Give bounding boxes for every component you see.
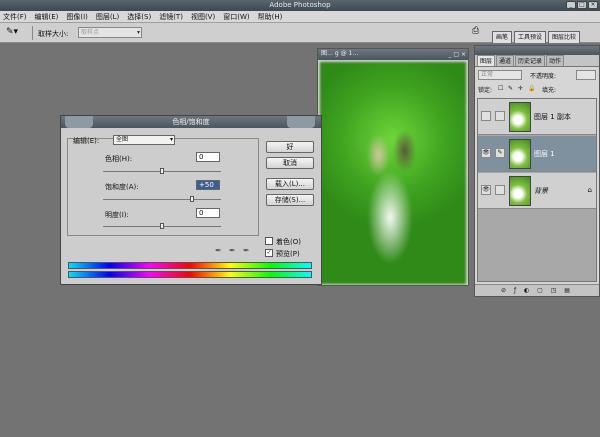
tab-layer-comps[interactable]: 图层比较 — [548, 31, 581, 43]
menu-file[interactable]: 文件(F) — [3, 12, 27, 22]
chevron-down-icon: ▾ — [169, 136, 173, 143]
menu-help[interactable]: 帮助(H) — [258, 12, 283, 22]
brush-icon[interactable]: ✎ — [495, 148, 505, 158]
document-window: 图… g @ 1… _ □ × — [317, 48, 469, 286]
lightness-slider-handle[interactable] — [160, 223, 164, 229]
lock-pixels-icon[interactable]: ✎ — [508, 85, 513, 92]
hue-slider-handle[interactable] — [160, 168, 164, 174]
cancel-button[interactable]: 取消 — [266, 157, 314, 169]
edit-label: 编辑(E): — [73, 137, 100, 145]
layer-name: 图层 1 副本 — [534, 113, 571, 121]
opacity-label: 不透明度: — [530, 73, 557, 80]
tab-layers[interactable]: 图层 — [477, 55, 496, 66]
window-controls-icon[interactable]: _ □ × — [448, 50, 466, 60]
blend-row: 正常 不透明度: — [478, 70, 598, 81]
sample-size-select[interactable]: 取样点 ▾ — [78, 27, 142, 38]
layers-list: 图层 1 副本 👁 ✎ 图层 1 👁 背景 ⌂ — [477, 98, 597, 282]
menu-filter[interactable]: 滤镜(T) — [159, 12, 183, 22]
panel-title-bar[interactable] — [475, 46, 599, 55]
document-title-bar[interactable]: 图… g @ 1… _ □ × — [318, 49, 468, 60]
menu-image[interactable]: 图像(I) — [66, 12, 88, 22]
preview-checkbox[interactable]: ✓ — [265, 249, 273, 257]
layer-row-1[interactable]: 👁 ✎ 图层 1 — [478, 136, 596, 172]
hue-label: 色相(H): — [105, 155, 133, 163]
output-spectrum-bar — [68, 271, 312, 278]
menu-bar: 文件(F) 编辑(E) 图像(I) 图层(L) 选择(S) 滤镜(T) 视图(V… — [0, 11, 600, 23]
edit-select[interactable]: 全图 ▾ — [113, 135, 175, 145]
tab-actions[interactable]: 动作 — [546, 55, 565, 66]
tab-tool-presets[interactable]: 工具预设 — [514, 31, 547, 43]
layer-thumbnail — [509, 176, 531, 206]
hue-input[interactable]: 0 — [196, 152, 220, 162]
options-separator — [32, 26, 33, 40]
fill-label: 填充: — [542, 87, 557, 94]
lock-all-icon[interactable]: 🔒 — [528, 85, 535, 92]
layers-panel: 图层 通道 历史记录 动作 正常 不透明度: 锁定: ☐ ✎ ✛ 🔒 填充: 图… — [474, 45, 600, 297]
lightness-input[interactable]: 0 — [196, 208, 220, 218]
menu-view[interactable]: 视图(V) — [191, 12, 215, 22]
app-title-bar: Adobe Photoshop _ □ × — [0, 0, 600, 11]
dialog-title-bar[interactable]: 色相/饱和度 — [61, 116, 321, 128]
colorize-checkbox[interactable] — [265, 237, 273, 245]
load-button[interactable]: 载入(L)... — [266, 178, 314, 190]
lock-row: 锁定: ☐ ✎ ✛ 🔒 填充: — [478, 84, 598, 95]
options-bar: ✎▾ 取样大小: 取样点 ▾ ⎙ 画笔 工具预设 图层比较 — [0, 23, 600, 43]
tab-channels[interactable]: 通道 — [496, 55, 515, 66]
eye-icon[interactable]: 👁 — [481, 185, 491, 195]
panel-footer-icons[interactable]: ⊘ ƒ ◐ ▢ ◳ ▤ — [475, 284, 599, 296]
eyedropper-icon[interactable]: ✒ — [215, 246, 222, 255]
panel-tabs: 图层 通道 历史记录 动作 — [475, 55, 599, 67]
edit-value: 全图 — [116, 136, 129, 143]
document-title: 图… g @ 1… — [321, 50, 359, 57]
menu-select[interactable]: 选择(S) — [127, 12, 151, 22]
layer-row-copy[interactable]: 图层 1 副本 — [478, 99, 596, 135]
adjustment-group — [67, 138, 259, 236]
blend-mode-select[interactable]: 正常 — [478, 70, 522, 80]
save-button[interactable]: 存储(S)... — [266, 194, 314, 206]
link-toggle[interactable] — [495, 111, 505, 121]
lock-position-icon[interactable]: ✛ — [518, 85, 523, 92]
dialog-title: 色相/饱和度 — [172, 118, 210, 126]
eye-icon[interactable]: 👁 — [481, 148, 491, 158]
saturation-slider-track[interactable] — [103, 199, 221, 200]
tab-brushes[interactable]: 画笔 — [492, 31, 513, 43]
chevron-down-icon: ▾ — [136, 29, 140, 36]
colorize-label: 着色(O) — [276, 238, 301, 246]
ok-button[interactable]: 好 — [266, 141, 314, 153]
app-title: Adobe Photoshop — [269, 1, 331, 9]
saturation-input[interactable]: +50 — [196, 180, 220, 190]
saturation-slider-handle[interactable] — [189, 196, 194, 202]
input-spectrum-bar — [68, 262, 312, 269]
lightness-label: 明度(I): — [105, 211, 129, 219]
layer-name: 图层 1 — [534, 150, 555, 158]
menu-layer[interactable]: 图层(L) — [96, 12, 119, 22]
preview-label: 预览(P) — [276, 250, 300, 258]
close-button[interactable]: × — [588, 1, 598, 9]
lock-transparency-icon[interactable]: ☐ — [498, 85, 503, 92]
printer-icon[interactable]: ⎙ — [472, 26, 486, 39]
layer-name: 背景 — [534, 187, 548, 195]
layer-thumbnail — [509, 139, 531, 169]
layer-row-background[interactable]: 👁 背景 ⌂ — [478, 173, 596, 209]
eyedropper-tool-icon[interactable]: ✎▾ — [6, 27, 28, 39]
minimize-button[interactable]: _ — [566, 1, 576, 9]
image-canvas[interactable] — [320, 62, 466, 284]
menu-edit[interactable]: 编辑(E) — [35, 12, 59, 22]
link-toggle[interactable] — [495, 185, 505, 195]
sample-size-value: 取样点 — [81, 29, 100, 36]
tab-history[interactable]: 历史记录 — [515, 55, 546, 66]
hue-saturation-dialog: 色相/饱和度 编辑(E): 全图 ▾ 色相(H): 0 饱和度(A): +50 … — [60, 115, 322, 285]
maximize-button[interactable]: □ — [577, 1, 587, 9]
menu-window[interactable]: 窗口(W) — [223, 12, 249, 22]
sample-size-label: 取样大小: — [38, 30, 69, 38]
lock-icon: ⌂ — [587, 186, 592, 194]
layer-thumbnail — [509, 102, 531, 132]
eyedropper-plus-icon[interactable]: ✒ — [229, 246, 236, 255]
opacity-input[interactable] — [576, 70, 596, 80]
saturation-label: 饱和度(A): — [105, 183, 139, 191]
visibility-toggle[interactable] — [481, 111, 491, 121]
palette-well: 画笔 工具预设 图层比较 — [492, 31, 581, 43]
eyedropper-minus-icon[interactable]: ✒ — [243, 246, 250, 255]
lock-label: 锁定: — [478, 87, 493, 94]
